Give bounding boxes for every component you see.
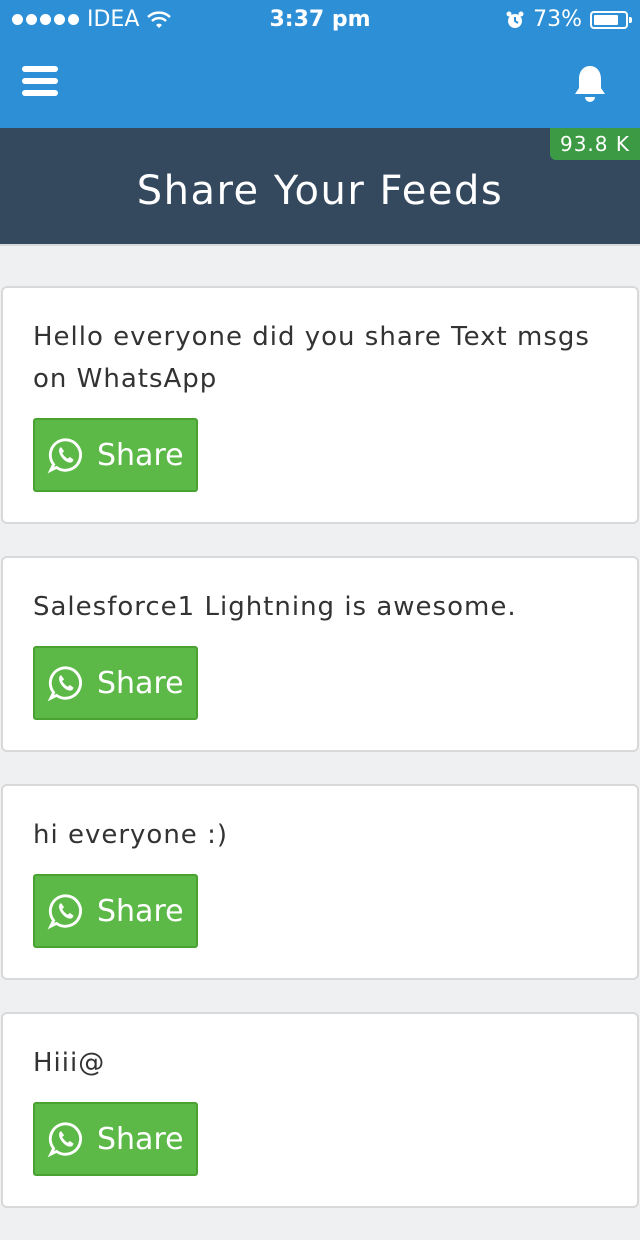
share-label: Share xyxy=(97,437,184,473)
page-header: 93.8 K Share Your Feeds xyxy=(0,128,640,246)
whatsapp-share-button[interactable]: Share xyxy=(33,646,198,720)
whatsapp-icon xyxy=(47,438,82,474)
feed-list: Hello everyone did you share Text msgs o… xyxy=(0,286,640,1240)
share-label: Share xyxy=(97,665,184,701)
feed-card: Hello everyone did you share Text msgs o… xyxy=(1,286,639,524)
menu-button[interactable] xyxy=(22,66,58,102)
share-label: Share xyxy=(97,1121,184,1157)
hamburger-menu-icon xyxy=(22,66,58,72)
count-badge: 93.8 K xyxy=(549,128,640,160)
top-app-bar: IDEA 3:37 pm 73% xyxy=(0,0,640,128)
page-title: Share Your Feeds xyxy=(136,168,504,214)
status-right: 73% xyxy=(505,7,632,32)
bell-icon xyxy=(575,66,605,102)
battery-percentage: 73% xyxy=(533,7,582,32)
whatsapp-icon xyxy=(47,666,82,702)
feed-text: Salesforce1 Lightning is awesome. xyxy=(33,592,517,622)
share-label: Share xyxy=(97,893,184,929)
notifications-button[interactable] xyxy=(572,64,608,104)
whatsapp-icon xyxy=(47,1122,82,1158)
feed-text: Hello everyone did you share Text msgs o… xyxy=(33,322,590,394)
whatsapp-share-button[interactable]: Share xyxy=(33,418,198,492)
feed-text: Hiii@ xyxy=(33,1048,106,1078)
feed-card: hi everyone :) Share xyxy=(1,784,639,980)
whatsapp-share-button[interactable]: Share xyxy=(33,874,198,948)
status-bar: IDEA 3:37 pm 73% xyxy=(0,0,640,40)
feed-card: Salesforce1 Lightning is awesome. Share xyxy=(1,556,639,752)
alarm-clock-icon xyxy=(506,11,524,28)
whatsapp-share-button[interactable]: Share xyxy=(33,1102,198,1176)
feed-text: hi everyone :) xyxy=(33,820,228,850)
feed-card: Hiii@ Share xyxy=(1,1012,639,1208)
battery-icon xyxy=(590,10,632,29)
whatsapp-icon xyxy=(47,894,82,930)
